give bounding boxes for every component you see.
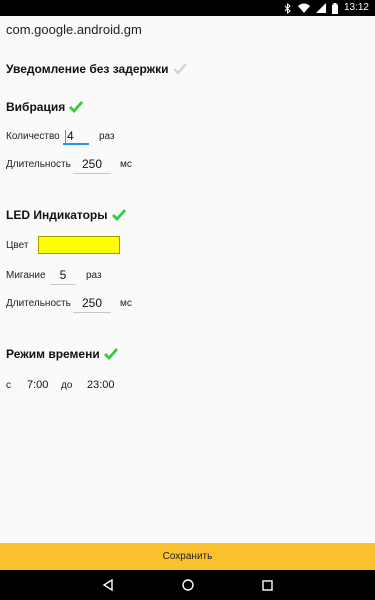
vibration-count-value: 4 bbox=[67, 129, 74, 143]
check-icon bbox=[111, 209, 126, 221]
led-blink-label: Мигание bbox=[6, 270, 46, 281]
vibration-title: Вибрация bbox=[6, 100, 66, 114]
navigation-bar bbox=[0, 570, 375, 600]
vibration-count-label: Количество bbox=[6, 131, 60, 142]
time-to-value[interactable]: 23:00 bbox=[87, 379, 115, 391]
vibration-count-input[interactable]: 4 bbox=[63, 127, 89, 145]
led-duration-value: 250 bbox=[81, 296, 103, 310]
led-blink-unit: раз bbox=[86, 270, 102, 281]
led-duration-unit: мс bbox=[120, 298, 132, 309]
home-icon[interactable] bbox=[180, 577, 196, 593]
check-icon bbox=[103, 348, 118, 360]
time-to-label: до bbox=[61, 380, 73, 391]
vibration-duration-value: 250 bbox=[81, 157, 103, 171]
vibration-count-unit: раз bbox=[99, 131, 115, 142]
wifi-icon bbox=[297, 3, 310, 13]
time-mode-title: Режим времени bbox=[6, 347, 100, 361]
back-icon[interactable] bbox=[100, 577, 116, 593]
save-button[interactable]: Сохранить bbox=[0, 543, 375, 570]
text-cursor bbox=[65, 130, 66, 144]
save-button-label: Сохранить bbox=[162, 551, 213, 562]
vibration-duration-input[interactable]: 250 bbox=[73, 155, 111, 174]
led-title: LED Индикаторы bbox=[6, 208, 108, 222]
led-toggle[interactable]: LED Индикаторы bbox=[6, 208, 126, 222]
led-color-swatch[interactable] bbox=[38, 236, 120, 254]
check-icon bbox=[172, 63, 187, 75]
status-time: 13:12 bbox=[343, 2, 369, 13]
time-from-value[interactable]: 7:00 bbox=[27, 379, 48, 391]
recents-icon[interactable] bbox=[259, 577, 275, 593]
vibration-duration-label: Длительность bbox=[6, 159, 71, 170]
battery-icon bbox=[331, 2, 338, 14]
vibration-duration-unit: мс bbox=[120, 159, 132, 170]
led-blink-input[interactable]: 5 bbox=[50, 266, 76, 285]
led-duration-input[interactable]: 250 bbox=[73, 294, 111, 313]
signal-icon bbox=[315, 3, 326, 13]
status-bar: 13:12 bbox=[0, 0, 375, 16]
time-from-label: с bbox=[6, 380, 11, 391]
led-duration-label: Длительность bbox=[6, 298, 71, 309]
instant-notification-toggle[interactable]: Уведомление без задержки bbox=[6, 62, 187, 76]
instant-notification-label: Уведомление без задержки bbox=[6, 62, 169, 76]
led-color-label: Цвет bbox=[6, 240, 29, 251]
package-name: com.google.android.gm bbox=[6, 22, 142, 37]
vibration-toggle[interactable]: Вибрация bbox=[6, 100, 84, 114]
led-blink-value: 5 bbox=[59, 268, 67, 282]
bluetooth-icon bbox=[284, 2, 292, 14]
time-mode-toggle[interactable]: Режим времени bbox=[6, 347, 118, 361]
check-icon bbox=[69, 101, 84, 113]
